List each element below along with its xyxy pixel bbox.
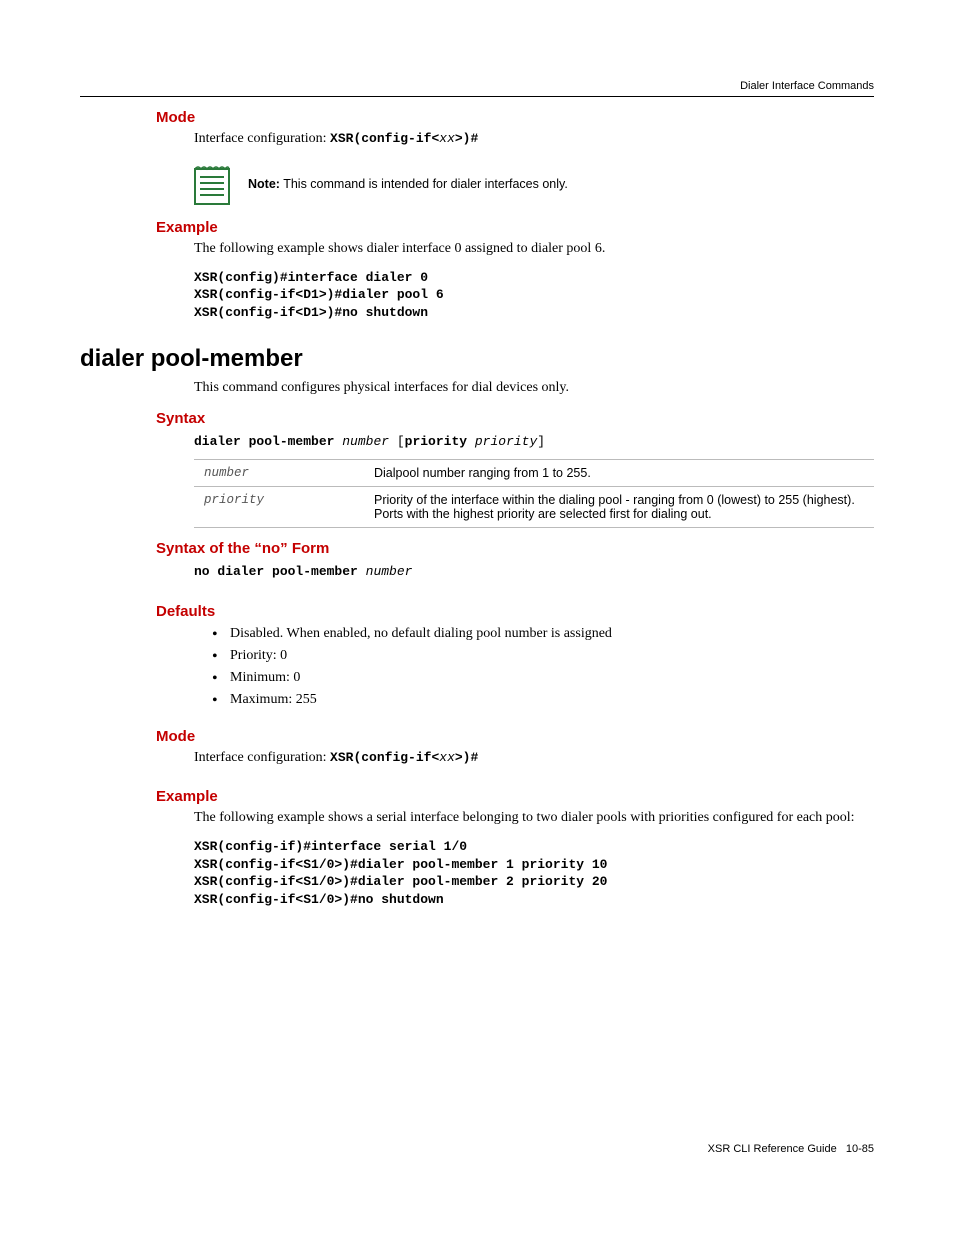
syntax-line: dialer pool-member number [priority prio… [194, 433, 874, 449]
no-form-arg: number [366, 564, 413, 579]
syntax-bracket-open: [ [389, 434, 405, 449]
syntax-kw2: priority [405, 434, 475, 449]
footer-guide: XSR CLI Reference Guide [708, 1143, 837, 1155]
param-desc: Dialpool number ranging from 1 to 255. [364, 460, 874, 487]
mode-code-xx-2: xx [439, 750, 455, 765]
example-text-2: The following example shows a serial int… [194, 809, 874, 828]
example-text-1: The following example shows dialer inter… [194, 240, 874, 259]
mode-prefix-text-2: Interface configuration: [194, 750, 330, 765]
defaults-list: Disabled. When enabled, no default diali… [212, 626, 874, 708]
param-name: number [194, 460, 364, 487]
mode-text-1: Interface configuration: XSR(config-if<x… [194, 130, 874, 149]
section-title-mode-1: Mode [156, 109, 874, 126]
section-title-defaults: Defaults [156, 603, 874, 620]
mode-code-suffix-2: >)# [455, 750, 478, 765]
syntax-arg2: priority [475, 434, 537, 449]
table-row: number Dialpool number ranging from 1 to… [194, 460, 874, 487]
param-table: number Dialpool number ranging from 1 to… [194, 459, 874, 528]
syntax-bracket-close: ] [537, 434, 545, 449]
example-code-1: XSR(config)#interface dialer 0 XSR(confi… [194, 269, 874, 322]
list-item: Minimum: 0 [212, 670, 874, 686]
header-rule [80, 96, 874, 97]
param-name: priority [194, 487, 364, 528]
footer: XSR CLI Reference Guide 10-85 [708, 1143, 874, 1155]
page: Dialer Interface Commands Mode Interface… [0, 0, 954, 1235]
list-item: Disabled. When enabled, no default diali… [212, 626, 874, 642]
header-section-label: Dialer Interface Commands [80, 80, 874, 92]
example-code-2: XSR(config-if)#interface serial 1/0 XSR(… [194, 838, 874, 908]
param-desc: Priority of the interface within the dia… [364, 487, 874, 528]
footer-page: 10-85 [846, 1143, 874, 1155]
note-label: Note: [248, 177, 280, 191]
section-title-example-2: Example [156, 788, 874, 805]
list-item: Priority: 0 [212, 648, 874, 664]
no-form-line: no dialer pool-member number [194, 563, 874, 579]
mode-code-prefix: XSR(config-if< [330, 131, 439, 146]
syntax-kw1: dialer pool-member [194, 434, 342, 449]
mode-code-prefix-2: XSR(config-if< [330, 750, 439, 765]
mode-code-xx: xx [439, 131, 455, 146]
note-icon [194, 163, 230, 205]
mode-prefix-text: Interface configuration: [194, 131, 330, 146]
mode-code-suffix: >)# [455, 131, 478, 146]
list-item: Maximum: 255 [212, 692, 874, 708]
no-form-kw: no dialer pool-member [194, 564, 366, 579]
command-title: dialer pool-member [80, 345, 874, 373]
section-title-example-1: Example [156, 219, 874, 236]
note-text: Note: This command is intended for diale… [248, 177, 568, 191]
table-row: priority Priority of the interface withi… [194, 487, 874, 528]
note-block: Note: This command is intended for diale… [194, 163, 874, 205]
section-title-mode-2: Mode [156, 728, 874, 745]
command-desc: This command configures physical interfa… [194, 379, 874, 398]
section-title-no-form: Syntax of the “no” Form [156, 540, 874, 557]
mode-text-2: Interface configuration: XSR(config-if<x… [194, 749, 874, 768]
syntax-arg1: number [342, 434, 389, 449]
note-body: This command is intended for dialer inte… [280, 177, 568, 191]
section-title-syntax: Syntax [156, 410, 874, 427]
